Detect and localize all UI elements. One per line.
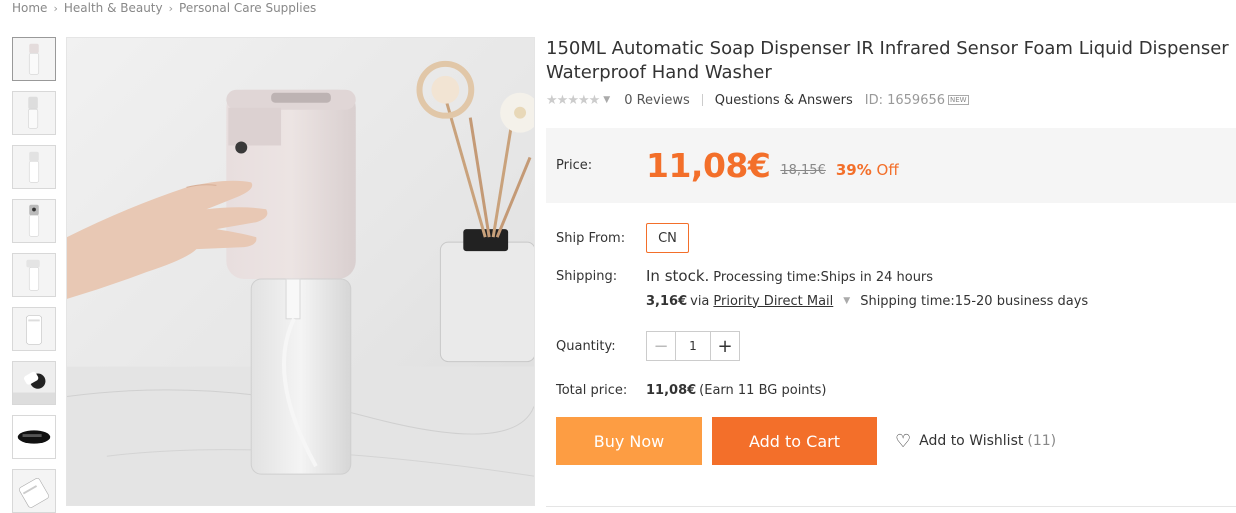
shipping-via: via — [690, 293, 710, 309]
action-buttons: Buy Now Add to Cart ♡ Add to Wishlist (1… — [546, 417, 1236, 465]
ship-from-label: Ship From: — [556, 230, 626, 246]
discount-label: Off — [876, 160, 899, 179]
product-title: 150ML Automatic Soap Dispenser IR Infrar… — [546, 38, 1229, 83]
star-icon: ★ — [577, 92, 590, 108]
thumbnail-3[interactable] — [12, 145, 56, 189]
thumbnail-8[interactable] — [12, 415, 56, 459]
divider — [701, 94, 703, 106]
total-price: 11,08€ — [646, 382, 697, 398]
breadcrumb-health-beauty[interactable]: Health & Beauty — [64, 1, 163, 15]
shipping-label: Shipping: — [556, 269, 618, 284]
quantity-label: Quantity: — [556, 338, 616, 354]
thumbnail-9[interactable] — [12, 469, 56, 513]
breadcrumb: Home › Health & Beauty › Personal Care S… — [12, 0, 316, 16]
thumbnail-gallery — [12, 37, 56, 513]
current-price: 11,08€ — [646, 146, 771, 185]
buy-now-button[interactable]: Buy Now — [556, 417, 702, 465]
wishlist-count: (11) — [1027, 433, 1057, 449]
thumbnail-2[interactable] — [12, 91, 56, 135]
shipping-cost: 3,16€ — [646, 293, 688, 309]
plus-icon[interactable]: + — [711, 332, 739, 360]
chevron-down-icon[interactable]: ▼ — [843, 296, 850, 306]
quantity-stepper: − + — [646, 331, 740, 361]
total-row: Total price: 11,08€ (Earn 11 BG points) — [546, 377, 1236, 403]
processing-time: Processing time:Ships in 24 hours — [713, 270, 934, 285]
shipping-method-select[interactable]: Priority Direct Mail — [713, 294, 833, 309]
add-to-wishlist-button[interactable]: ♡ Add to Wishlist (11) — [895, 431, 1056, 452]
new-badge: NEW — [948, 95, 969, 105]
divider — [546, 506, 1236, 507]
minus-icon[interactable]: − — [647, 332, 675, 360]
heart-icon: ♡ — [895, 430, 912, 452]
thumbnail-4[interactable] — [12, 199, 56, 243]
product-info: 150ML Automatic Soap Dispenser IR Infrar… — [546, 37, 1236, 465]
ship-from-row: Ship From: CN — [546, 223, 1236, 253]
chevron-down-icon[interactable]: ▼ — [603, 95, 610, 105]
breadcrumb-home[interactable]: Home — [12, 1, 47, 15]
total-label: Total price: — [556, 382, 628, 398]
original-price: 18,15€ — [780, 163, 826, 178]
star-icon: ★ — [546, 92, 558, 108]
thumbnail-5[interactable] — [12, 253, 56, 297]
star-icon: ★ — [567, 92, 579, 108]
questions-answers-link[interactable]: Questions & Answers — [715, 93, 853, 108]
star-icon: ★ — [588, 92, 601, 108]
rating-stars[interactable]: ★ ★ ★ ★ ★ — [546, 92, 601, 108]
wishlist-label: Add to Wishlist — [919, 433, 1024, 449]
discount-percent: 39% — [835, 160, 872, 179]
chevron-right-icon: › — [53, 1, 58, 15]
quantity-input[interactable] — [675, 332, 711, 360]
stock-status: In stock. — [646, 267, 710, 285]
price-label: Price: — [556, 158, 593, 173]
shipping-time: Shipping time:15-20 business days — [860, 293, 1089, 309]
thumbnail-6[interactable] — [12, 307, 56, 351]
thumbnail-1[interactable] — [12, 37, 56, 81]
price-box: Price: 11,08€ 18,15€ 39% Off — [546, 128, 1236, 203]
chevron-right-icon: › — [168, 1, 174, 15]
shipping-details: In stock. Processing time:Ships in 24 ho… — [646, 267, 1088, 313]
star-icon: ★ — [556, 92, 569, 108]
bg-points: (Earn 11 BG points) — [699, 382, 827, 398]
breadcrumb-personal-care[interactable]: Personal Care Supplies — [179, 1, 316, 15]
product-id-text: ID: 1659656 — [864, 92, 946, 108]
product-id: ID: 1659656 NEW — [865, 93, 969, 108]
quantity-row: Quantity: − + — [546, 331, 1236, 361]
ship-from-cn-option[interactable]: CN — [646, 223, 689, 253]
product-main-image[interactable] — [66, 37, 535, 506]
shipping-row: Shipping: In stock. Processing time:Ship… — [546, 267, 1236, 313]
reviews-link[interactable]: 0 Reviews — [624, 93, 690, 108]
product-meta: ★ ★ ★ ★ ★ ▼ 0 Reviews Questions & Answer… — [546, 89, 1236, 111]
thumbnail-7[interactable] — [12, 361, 56, 405]
add-to-cart-button[interactable]: Add to Cart — [712, 417, 877, 465]
discount: 39% Off — [836, 161, 899, 179]
